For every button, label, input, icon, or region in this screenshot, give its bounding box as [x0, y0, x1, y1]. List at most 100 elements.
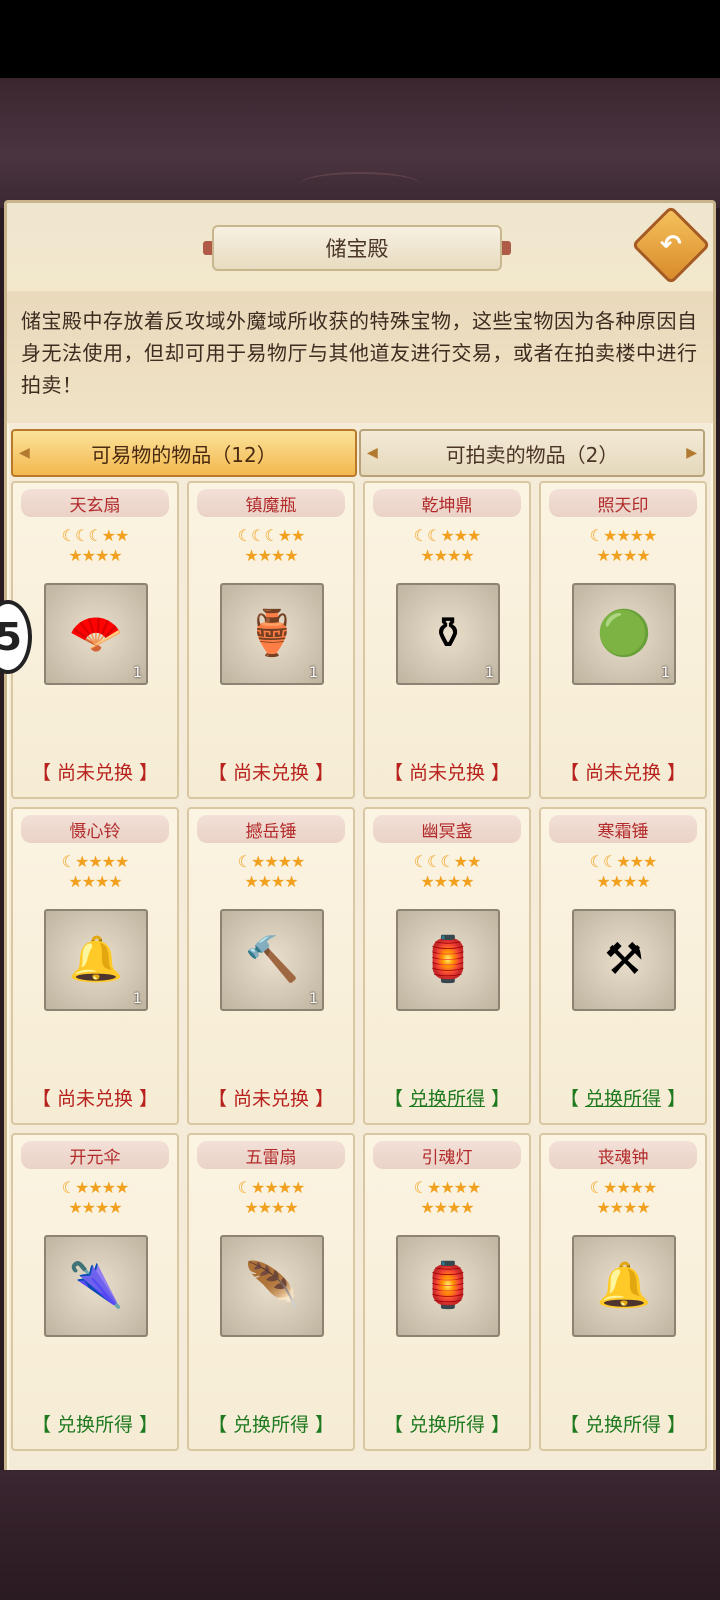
axe-icon[interactable]: ⚒	[572, 909, 676, 1011]
exchange-status: 【 尚未兑换 】	[383, 762, 511, 784]
description-text: 储宝殿中存放着反攻域外魔域所收获的特殊宝物，这些宝物因为各种原因自身无法使用，但…	[21, 309, 698, 397]
item-count: 1	[485, 665, 494, 681]
status-bracket-open: 【	[383, 1088, 409, 1110]
star-rating-row2: ★★★★	[244, 546, 298, 565]
exchange-source-link[interactable]: 兑换所得	[585, 1088, 661, 1110]
item-glyph: 🔨	[244, 934, 300, 985]
lantern-icon[interactable]: 🏮	[396, 909, 500, 1011]
tab-label: 可拍卖的物品（2）	[445, 442, 619, 467]
item-name: 慑心铃	[21, 815, 169, 843]
item-count: 1	[133, 665, 142, 681]
star-rating-row2: ★★★★	[68, 1198, 122, 1217]
exchange-status: 【 兑换所得 】	[559, 1414, 687, 1436]
item-card[interactable]: 照天印 ☾★★★★ ★★★★ 🟢 1 【 尚未兑换 】	[539, 481, 707, 799]
item-name: 天玄扇	[21, 489, 169, 517]
feather-fan-icon[interactable]: 🪶	[220, 1235, 324, 1337]
star-rating-row2: ★★★★	[596, 546, 650, 565]
status-bar	[0, 0, 720, 78]
status-bracket-close: 】	[661, 1088, 687, 1110]
umbrella-icon[interactable]: 🌂	[44, 1235, 148, 1337]
exchange-status: 【 尚未兑换 】	[31, 1088, 159, 1110]
star-rating-row2: ★★★★	[596, 1198, 650, 1217]
star-rating-row1: ☾★★★★	[237, 1178, 306, 1197]
item-card[interactable]: 五雷扇 ☾★★★★ ★★★★ 🪶 【 兑换所得 】	[187, 1133, 355, 1451]
exchange-status: 【 尚未兑换 】	[207, 762, 335, 784]
vase-icon[interactable]: 🏺 1	[220, 583, 324, 685]
tab-auctionable[interactable]: ◀ 可拍卖的物品（2） ▶	[359, 429, 705, 477]
exchange-status: 【 尚未兑换 】	[207, 1088, 335, 1110]
background-lower	[0, 1470, 720, 1600]
panel-header: 储宝殿 ↶	[7, 203, 713, 293]
item-card[interactable]: 乾坤鼎 ☾☾★★★ ★★★★ ⚱ 1 【 尚未兑换 】	[363, 481, 531, 799]
exchange-status: 【 兑换所得 】	[383, 1414, 511, 1436]
exchange-source-link[interactable]: 兑换所得	[409, 1088, 485, 1110]
item-card[interactable]: 幽冥盏 ☾☾☾★★ ★★★★ 🏮 【 兑换所得 】	[363, 807, 531, 1125]
status-bracket-open: 【	[559, 1088, 585, 1110]
page-title: 储宝殿	[212, 225, 502, 271]
item-name: 五雷扇	[197, 1141, 345, 1169]
exchange-status: 【 尚未兑换 】	[31, 762, 159, 784]
item-card[interactable]: 镇魔瓶 ☾☾☾★★ ★★★★ 🏺 1 【 尚未兑换 】	[187, 481, 355, 799]
item-glyph: 🪶	[244, 1260, 300, 1311]
back-arrow-icon: ↶	[660, 229, 682, 260]
lamp-icon[interactable]: 🏮	[396, 1235, 500, 1337]
seal-icon[interactable]: 🟢 1	[572, 583, 676, 685]
item-card[interactable]: 慑心铃 ☾★★★★ ★★★★ 🔔 1 【 尚未兑换 】	[11, 807, 179, 1125]
item-glyph: 🟢	[596, 608, 652, 659]
cauldron-icon[interactable]: ⚱ 1	[396, 583, 500, 685]
star-rating-row1: ☾★★★★	[589, 526, 658, 545]
item-glyph: 🌂	[68, 1260, 124, 1311]
item-glyph: 🏮	[420, 1260, 476, 1311]
tab-left-arrow-icon: ◀	[367, 445, 378, 461]
exchange-status: 【 兑换所得 】	[541, 1084, 705, 1111]
star-rating-row2: ★★★★	[244, 872, 298, 891]
exchange-status: 【 兑换所得 】	[31, 1414, 159, 1436]
item-name: 照天印	[549, 489, 697, 517]
star-rating-row2: ★★★★	[68, 872, 122, 891]
item-name: 开元伞	[21, 1141, 169, 1169]
item-grid: 天玄扇 ☾☾☾★★ ★★★★ 🪭 1 【 尚未兑换 】 镇魔瓶 ☾☾☾★★ ★★…	[11, 481, 711, 1472]
star-rating-row1: ☾★★★★	[61, 1178, 130, 1197]
exchange-status: 【 兑换所得 】	[207, 1414, 335, 1436]
item-card[interactable]: 丧魂钟 ☾★★★★ ★★★★ 🔔 【 兑换所得 】	[539, 1133, 707, 1451]
item-name: 幽冥盏	[373, 815, 521, 843]
item-glyph: 🔔	[68, 934, 124, 985]
item-card[interactable]: 撼岳锤 ☾★★★★ ★★★★ 🔨 1 【 尚未兑换 】	[187, 807, 355, 1125]
item-count: 1	[309, 991, 318, 1007]
status-bracket-close: 】	[485, 1088, 511, 1110]
description-box: 储宝殿中存放着反攻域外魔域所收获的特殊宝物，这些宝物因为各种原因自身无法使用，但…	[7, 291, 713, 423]
item-glyph: 🏮	[420, 934, 476, 985]
tab-bar: ◀ 可易物的物品（12） ◀ 可拍卖的物品（2） ▶	[7, 429, 713, 479]
hammer-icon[interactable]: 🔨 1	[220, 909, 324, 1011]
back-button[interactable]: ↶	[631, 205, 711, 285]
star-rating-row1: ☾☾★★★	[413, 526, 482, 545]
item-card[interactable]: 引魂灯 ☾★★★★ ★★★★ 🏮 【 兑换所得 】	[363, 1133, 531, 1451]
star-rating-row1: ☾★★★★	[237, 852, 306, 871]
item-name: 丧魂钟	[549, 1141, 697, 1169]
item-count: 1	[133, 991, 142, 1007]
item-card[interactable]: 天玄扇 ☾☾☾★★ ★★★★ 🪭 1 【 尚未兑换 】	[11, 481, 179, 799]
item-card[interactable]: 寒霜锤 ☾☾★★★ ★★★★ ⚒ 【 兑换所得 】	[539, 807, 707, 1125]
item-glyph: ⚒	[604, 934, 644, 985]
star-rating-row1: ☾★★★★	[61, 852, 130, 871]
item-glyph: 🏺	[244, 608, 300, 659]
item-count: 1	[661, 665, 670, 681]
item-glyph: ⚱	[429, 608, 467, 659]
star-rating-row1: ☾★★★★	[589, 1178, 658, 1197]
star-rating-row2: ★★★★	[420, 872, 474, 891]
item-name: 引魂灯	[373, 1141, 521, 1169]
tab-tradable[interactable]: ◀ 可易物的物品（12）	[11, 429, 357, 477]
treasure-hall-panel: 储宝殿 ↶ 储宝殿中存放着反攻域外魔域所收获的特殊宝物，这些宝物因为各种原因自身…	[4, 200, 716, 1475]
bell-icon[interactable]: 🔔 1	[44, 909, 148, 1011]
fan-icon[interactable]: 🪭 1	[44, 583, 148, 685]
gong-icon[interactable]: 🔔	[572, 1235, 676, 1337]
item-name: 乾坤鼎	[373, 489, 521, 517]
item-name: 寒霜锤	[549, 815, 697, 843]
tab-right-arrow-icon: ▶	[686, 445, 697, 461]
item-card[interactable]: 开元伞 ☾★★★★ ★★★★ 🌂 【 兑换所得 】	[11, 1133, 179, 1451]
frame-ornament	[300, 172, 420, 196]
exchange-status: 【 兑换所得 】	[365, 1084, 529, 1111]
item-count: 1	[309, 665, 318, 681]
star-rating-row1: ☾☾☾★★	[413, 852, 482, 871]
item-glyph: 🔔	[596, 1260, 652, 1311]
